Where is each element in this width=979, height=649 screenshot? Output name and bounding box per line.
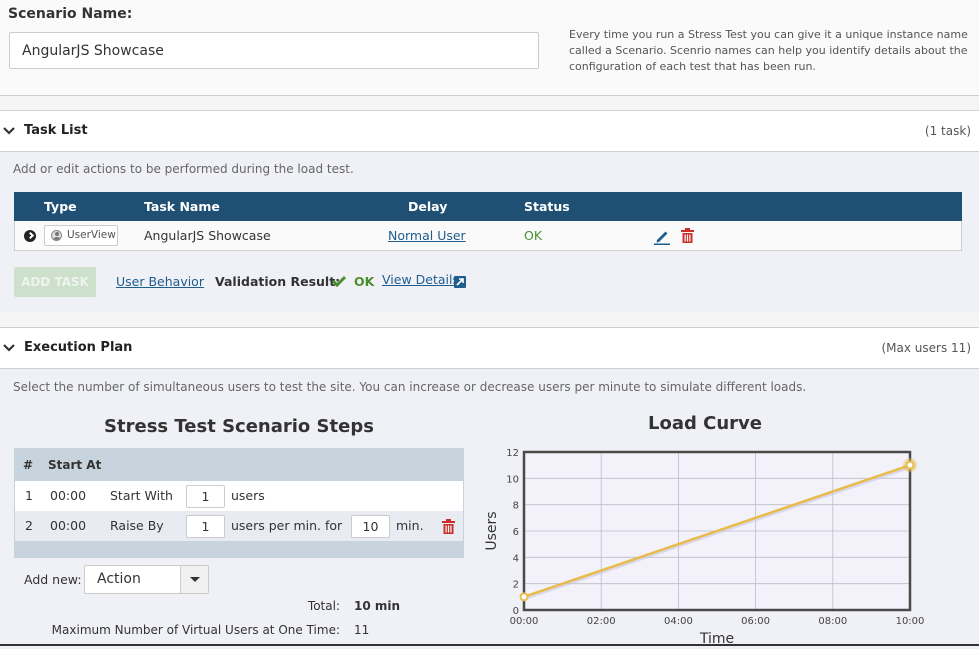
y-tick-label: 8: [513, 501, 519, 512]
section-divider: [0, 312, 979, 328]
execution-plan-title: Execution Plan: [24, 340, 133, 355]
scenario-panel: Scenario Name: Every time you run a Stre…: [0, 0, 979, 96]
steps-table-footer: [15, 541, 463, 557]
duration-input[interactable]: [351, 515, 390, 538]
view-details-link[interactable]: View Details: [382, 272, 459, 287]
task-name: AngularJS Showcase: [144, 228, 271, 243]
raise-users-input[interactable]: [186, 515, 225, 538]
check-icon: [332, 275, 346, 287]
steps-table: # Start At 1 00:00 Start With users 2 00…: [14, 448, 464, 558]
step-unit: users per min. for: [231, 518, 343, 533]
data-point: [519, 592, 529, 602]
pencil-icon[interactable]: [653, 227, 671, 245]
data-point: [905, 460, 915, 470]
scenario-name-input[interactable]: [9, 32, 539, 69]
x-tick-label: 08:00: [818, 616, 847, 627]
start-users-input[interactable]: [186, 485, 225, 508]
x-tick-label: 04:00: [664, 616, 693, 627]
trash-icon[interactable]: [681, 228, 694, 243]
chart-title: Load Curve: [648, 413, 762, 434]
task-table-header: Type Task Name Delay Status: [14, 192, 962, 221]
execution-plan-header[interactable]: Execution Plan (Max users 11): [0, 328, 979, 369]
duration-unit: min.: [396, 518, 424, 533]
add-new-label: Add new:: [24, 572, 82, 587]
max-users-value: 11: [354, 623, 370, 637]
user-behavior-link[interactable]: User Behavior: [116, 274, 204, 289]
y-tick-label: 4: [513, 553, 519, 564]
add-new-select[interactable]: Action: [84, 565, 209, 594]
execution-plan-description: Select the number of simultaneous users …: [13, 380, 807, 394]
x-tick-label: 02:00: [587, 616, 616, 627]
col-delay: Delay: [408, 199, 448, 214]
step-unit: users: [231, 488, 265, 503]
bottom-border: [0, 644, 979, 646]
scenario-name-label: Scenario Name:: [8, 6, 133, 22]
step-start: 00:00: [50, 518, 87, 533]
user-icon: [51, 230, 62, 241]
add-task-button[interactable]: ADD TASK: [14, 267, 96, 297]
task-table: Type Task Name Delay Status UserView Ang…: [14, 192, 962, 251]
x-tick-label: 10:00: [896, 616, 925, 627]
step-number: 1: [25, 488, 33, 503]
step-row: 1 00:00 Start With users: [15, 481, 463, 511]
chevron-down-icon: [3, 127, 15, 135]
external-link-icon[interactable]: [454, 276, 466, 288]
col-task-name: Task Name: [144, 199, 220, 214]
step-number: 2: [25, 518, 33, 533]
caret-down-icon[interactable]: [180, 566, 208, 593]
y-tick-label: 10: [506, 474, 519, 485]
task-list-header[interactable]: Task List (1 task): [0, 111, 979, 152]
validation-label: Validation Result:: [215, 274, 341, 289]
trash-icon[interactable]: [442, 519, 455, 534]
step-action: Raise By: [110, 518, 164, 533]
table-row: UserView AngularJS Showcase Normal User …: [14, 221, 962, 251]
y-tick-label: 6: [513, 527, 519, 538]
total-value: 10 min: [354, 599, 401, 613]
add-new-value: Action: [97, 571, 141, 587]
type-label: UserView: [67, 229, 116, 241]
steps-title: Stress Test Scenario Steps: [104, 416, 374, 437]
scenario-help-text: Every time you run a Stress Test you can…: [569, 28, 968, 73]
section-divider: [0, 96, 979, 111]
step-row: 2 00:00 Raise By users per min. for min.: [15, 511, 463, 541]
max-users-count: (Max users 11): [881, 341, 972, 355]
load-curve-chart: 02468101200:00 02:00 04:00 06:00 08:00 10:00T…: [484, 448, 925, 646]
col-type: Type: [44, 199, 77, 214]
status-text: OK: [524, 228, 543, 243]
col-status: Status: [524, 199, 570, 214]
y-tick-label: 2: [513, 580, 519, 591]
task-action-bar: ADD TASK User Behavior Validation Result…: [14, 267, 614, 297]
total-label: Total:: [307, 599, 340, 613]
chevron-down-icon: [3, 344, 15, 352]
type-badge: UserView: [44, 225, 118, 246]
max-users-label: Maximum Number of Virtual Users at One T…: [51, 623, 340, 637]
expand-circle-icon[interactable]: [24, 230, 36, 242]
y-axis-label: Users: [484, 511, 500, 550]
delay-link[interactable]: Normal User: [388, 228, 466, 243]
task-count: (1 task): [924, 124, 971, 138]
step-action: Start With: [110, 488, 173, 503]
y-tick-label: 12: [506, 448, 519, 459]
x-tick-label: 00:00: [510, 616, 539, 627]
col-start-at: Start At: [48, 458, 102, 472]
steps-table-header: # Start At: [15, 449, 463, 481]
task-list-description: Add or edit actions to be performed duri…: [13, 162, 354, 176]
step-start: 00:00: [50, 488, 87, 503]
task-list-title: Task List: [24, 123, 88, 138]
col-number: #: [23, 458, 34, 472]
validation-status: OK: [354, 274, 375, 289]
x-tick-label: 06:00: [741, 616, 770, 627]
